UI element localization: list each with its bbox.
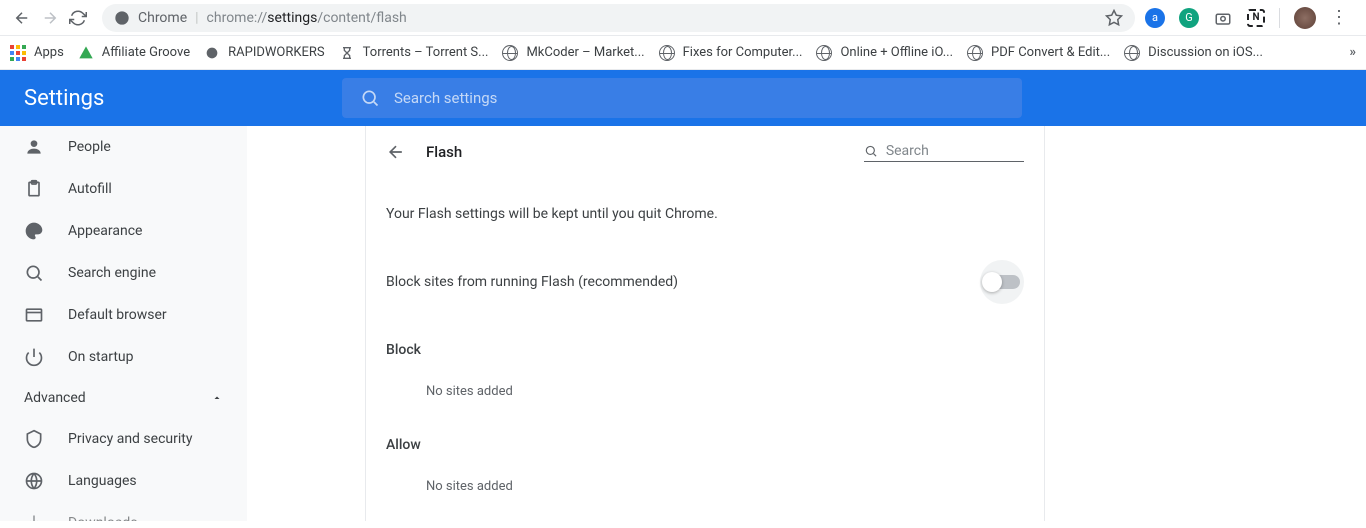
- bookmark-favicon: [339, 45, 355, 61]
- globe-icon: [502, 45, 518, 61]
- apps-shortcut[interactable]: Apps: [10, 45, 64, 61]
- settings-title: Settings: [24, 86, 104, 111]
- sidebar-item-appearance[interactable]: Appearance: [0, 210, 247, 252]
- sidebar-item-privacy[interactable]: Privacy and security: [0, 418, 247, 460]
- sidebar-advanced-toggle[interactable]: Advanced: [0, 378, 247, 418]
- globe-icon: [967, 45, 983, 61]
- block-section-heading: Block: [386, 318, 1024, 370]
- browser-toolbar: Chrome | chrome://settings/content/flash…: [0, 0, 1366, 36]
- extension-a-icon[interactable]: a: [1145, 8, 1165, 28]
- url-text: chrome://settings/content/flash: [207, 10, 407, 26]
- bookmarks-bar: Apps Affiliate Groove RAPIDWORKERS Torre…: [0, 36, 1366, 70]
- flash-settings-card: Flash Your Flash settings will be kept u…: [365, 126, 1045, 521]
- browser-menu-icon[interactable]: ⋮: [1330, 7, 1348, 28]
- person-icon: [24, 137, 44, 157]
- reload-button[interactable]: [64, 4, 92, 32]
- globe-icon: [659, 45, 675, 61]
- search-icon: [360, 88, 380, 108]
- chevron-up-icon: [211, 392, 223, 404]
- card-body: Your Flash settings will be kept until y…: [366, 178, 1044, 528]
- forward-button[interactable]: [36, 4, 64, 32]
- allow-empty-text: No sites added: [386, 465, 1024, 508]
- back-button[interactable]: [8, 4, 36, 32]
- host-label: Chrome: [138, 10, 187, 26]
- sidebar-item-default-browser[interactable]: Default browser: [0, 294, 247, 336]
- chrome-icon: [114, 10, 130, 26]
- settings-main: Flash Your Flash settings will be kept u…: [247, 126, 1366, 521]
- palette-icon: [24, 221, 44, 241]
- card-header: Flash: [366, 126, 1044, 178]
- block-flash-label: Block sites from running Flash (recommen…: [386, 274, 678, 290]
- search-icon: [864, 143, 878, 159]
- sidebar-item-search-engine[interactable]: Search engine: [0, 252, 247, 294]
- settings-search[interactable]: [342, 78, 1022, 118]
- search-icon: [24, 263, 44, 283]
- allow-section-heading: Allow: [386, 413, 1024, 465]
- globe-icon: [24, 471, 44, 491]
- flash-description: Your Flash settings will be kept until y…: [386, 186, 1024, 246]
- bookmark-item[interactable]: Torrents – Torrent S...: [339, 45, 489, 61]
- browser-icon: [24, 305, 44, 325]
- block-flash-toggle[interactable]: [980, 260, 1024, 304]
- sidebar-item-downloads[interactable]: Downloads: [0, 502, 247, 521]
- bookmark-item[interactable]: Affiliate Groove: [78, 45, 190, 61]
- block-flash-row: Block sites from running Flash (recommen…: [386, 246, 1024, 318]
- profile-avatar[interactable]: [1294, 7, 1316, 29]
- globe-icon: [816, 45, 832, 61]
- globe-icon: [1124, 45, 1140, 61]
- bookmark-item[interactable]: PDF Convert & Edit...: [967, 45, 1110, 61]
- address-bar[interactable]: Chrome | chrome://settings/content/flash: [102, 4, 1135, 32]
- extension-icons: a G N ⋮: [1135, 7, 1358, 29]
- bookmark-item[interactable]: MkCoder – Market...: [502, 45, 644, 61]
- bookmark-item[interactable]: Discussion on iOS...: [1124, 45, 1263, 61]
- bookmark-item[interactable]: Online + Offline iO...: [816, 45, 953, 61]
- sidebar-item-languages[interactable]: Languages: [0, 460, 247, 502]
- bookmark-item[interactable]: RAPIDWORKERS: [204, 45, 325, 61]
- card-search[interactable]: [864, 143, 1024, 162]
- apps-icon: [10, 45, 26, 61]
- download-icon: [24, 513, 44, 521]
- bookmark-favicon: [204, 45, 220, 61]
- sidebar-item-autofill[interactable]: Autofill: [0, 168, 247, 210]
- page-title: Flash: [426, 143, 462, 161]
- block-empty-text: No sites added: [386, 370, 1024, 413]
- shield-icon: [24, 429, 44, 449]
- clipboard-icon: [24, 179, 44, 199]
- power-icon: [24, 347, 44, 367]
- sidebar-item-on-startup[interactable]: On startup: [0, 336, 247, 378]
- sidebar-item-people[interactable]: People: [0, 126, 247, 168]
- bookmark-item[interactable]: Fixes for Computer...: [659, 45, 803, 61]
- extension-camera-icon[interactable]: [1213, 8, 1233, 28]
- bookmark-star-icon[interactable]: [1105, 9, 1123, 27]
- settings-header: Settings: [0, 70, 1366, 126]
- card-back-button[interactable]: [386, 142, 406, 162]
- extension-n-icon[interactable]: N: [1247, 9, 1265, 27]
- card-search-input[interactable]: [886, 143, 1024, 159]
- settings-search-input[interactable]: [394, 89, 1004, 107]
- bookmark-favicon: [78, 45, 94, 61]
- extension-g-icon[interactable]: G: [1179, 8, 1199, 28]
- toggle-switch: [984, 275, 1020, 289]
- settings-sidebar: People Autofill Appearance Search engine…: [0, 126, 247, 521]
- bookmarks-overflow-icon[interactable]: »: [1350, 45, 1357, 60]
